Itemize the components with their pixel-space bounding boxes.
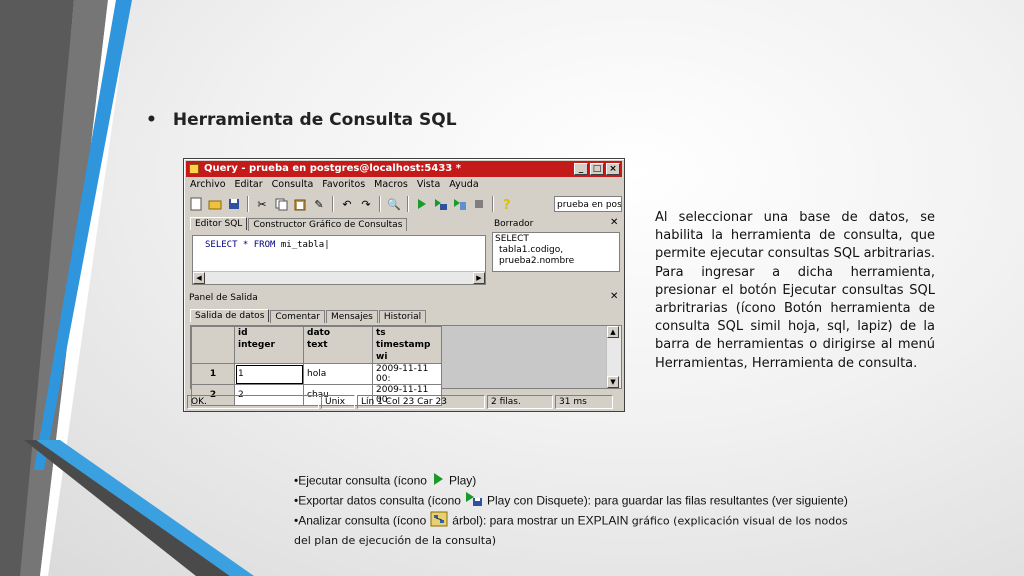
borrador-line: tabla1.codigo, <box>499 245 564 255</box>
toolbar-separator <box>407 196 409 212</box>
slide-title-text: Herramienta de Consulta SQL <box>172 110 457 130</box>
tab-salida-datos[interactable]: Salida de datos <box>190 309 270 322</box>
borrador-panel[interactable]: SELECT tabla1.codigo, prueba2.nombre <box>492 232 620 272</box>
toolbar-separator <box>492 196 494 212</box>
query-window: Query - prueba en postgres@localhost:543… <box>183 158 625 412</box>
open-folder-icon[interactable] <box>207 196 223 212</box>
close-window-button[interactable]: × <box>606 163 620 175</box>
tab-editor-sql[interactable]: Editor SQL <box>190 217 248 230</box>
editor-hscrollbar[interactable]: ◀ ▶ <box>193 271 485 284</box>
results-grid: id integer dato text ts timestamp wi 1 1 ho… <box>190 325 622 406</box>
column-header-id[interactable]: id integer <box>234 326 304 364</box>
notes-list: •Ejecutar consulta (ícono Play) •Exportar… <box>294 471 854 549</box>
note-export: •Exportar datos consulta (ícono Play con … <box>294 491 854 511</box>
sql-keywords: SELECT * FROM <box>205 240 276 250</box>
scroll-right-icon[interactable]: ▶ <box>473 272 485 284</box>
cell-dato[interactable]: hola <box>303 363 373 385</box>
toolbar-separator <box>379 196 381 212</box>
menu-macros[interactable]: Macros <box>374 179 408 190</box>
status-bar: OK. Unix Lín 1 Col 23 Car 23 2 filas. 31… <box>187 395 621 409</box>
menu-bar: Archivo Editar Consulta Favoritos Macros… <box>190 179 479 190</box>
menu-consulta[interactable]: Consulta <box>272 179 314 190</box>
help-icon[interactable]: ? <box>499 196 515 212</box>
note-explain: •Analizar consulta (ícono árbol): para mo… <box>294 511 854 548</box>
scroll-down-icon[interactable]: ▼ <box>607 376 619 388</box>
scroll-up-icon[interactable]: ▲ <box>607 326 619 338</box>
window-titlebar[interactable]: Query - prueba en postgres@localhost:543… <box>186 161 622 177</box>
output-tabs: Salida de datos Comentar Mensajes Histor… <box>190 309 427 323</box>
borrador-close-icon[interactable]: ✕ <box>610 217 618 228</box>
execute-play-icon[interactable] <box>414 196 430 212</box>
paste-icon[interactable] <box>292 196 308 212</box>
cut-icon[interactable]: ✂ <box>254 196 270 212</box>
table-row[interactable]: 1 1 hola 2009-11-11 00: <box>191 363 442 385</box>
menu-favoritos[interactable]: Favoritos <box>322 179 365 190</box>
execute-to-file-icon[interactable] <box>433 196 449 212</box>
eraser-icon[interactable]: ✎ <box>311 196 327 212</box>
copy-icon[interactable] <box>273 196 289 212</box>
output-close-icon[interactable]: ✕ <box>610 291 618 302</box>
grid-vscrollbar[interactable]: ▲ ▼ <box>606 326 621 388</box>
play-disk-icon <box>465 491 483 511</box>
maximize-button[interactable]: □ <box>590 163 604 175</box>
tab-historial[interactable]: Historial <box>378 310 427 323</box>
note-execute: •Ejecutar consulta (ícono Play) <box>294 471 854 491</box>
output-panel-title: Panel de Salida <box>189 293 258 303</box>
borrador-title: Borrador <box>494 219 534 229</box>
toolbar-separator <box>332 196 334 212</box>
cell-ts[interactable]: 2009-11-11 00: <box>372 363 442 385</box>
status-exec-time: 31 ms <box>555 395 613 409</box>
status-message: OK. <box>187 395 319 409</box>
cell-id[interactable]: 1 <box>234 363 304 385</box>
sql-query: SELECT * FROM mi_tabla| <box>205 240 330 250</box>
window-title: Query - prueba en postgres@localhost:543… <box>204 163 461 174</box>
svg-text:?: ? <box>503 198 511 211</box>
minimize-button[interactable]: _ <box>574 163 588 175</box>
sql-table-name: mi_tabla <box>280 240 325 250</box>
app-icon <box>189 164 199 174</box>
menu-archivo[interactable]: Archivo <box>190 179 226 190</box>
tree-icon <box>430 511 448 531</box>
menu-vista[interactable]: Vista <box>417 179 440 190</box>
stop-icon[interactable] <box>471 196 487 212</box>
borrador-line: SELECT <box>495 234 529 244</box>
menu-ayuda[interactable]: Ayuda <box>449 179 478 190</box>
column-header-dato[interactable]: dato text <box>303 326 373 364</box>
status-line-ending: Unix <box>321 395 355 409</box>
menu-editar[interactable]: Editar <box>235 179 263 190</box>
sql-editor[interactable]: SELECT * FROM mi_tabla| ◀ ▶ <box>192 235 486 285</box>
borrador-line: prueba2.nombre <box>499 256 575 266</box>
undo-icon[interactable]: ↶ <box>339 196 355 212</box>
status-cursor-position: Lín 1 Col 23 Car 23 <box>357 395 485 409</box>
grid-header-row: id integer dato text ts timestamp wi <box>191 326 442 364</box>
editor-tabs: Editor SQL Constructor Gráfico de Consul… <box>190 217 408 231</box>
column-header-ts[interactable]: ts timestamp wi <box>372 326 442 364</box>
status-row-count: 2 filas. <box>487 395 553 409</box>
new-file-icon[interactable] <box>188 196 204 212</box>
save-icon[interactable] <box>226 196 242 212</box>
slide-title: • Herramienta de Consulta SQL <box>146 110 457 130</box>
play-icon <box>431 471 445 491</box>
database-select[interactable]: prueba en post <box>554 196 622 212</box>
find-icon[interactable]: 🔍 <box>386 196 402 212</box>
description-text: Al seleccionar una base de datos, se hab… <box>655 210 935 371</box>
explain-icon[interactable] <box>452 196 468 212</box>
toolbar-separator <box>247 196 249 212</box>
tab-constructor-grafico[interactable]: Constructor Gráfico de Consultas <box>248 218 408 231</box>
tab-comentar[interactable]: Comentar <box>270 310 325 323</box>
row-header-corner <box>191 326 235 364</box>
tab-mensajes[interactable]: Mensajes <box>325 310 378 323</box>
redo-icon[interactable]: ↷ <box>358 196 374 212</box>
scroll-left-icon[interactable]: ◀ <box>193 272 205 284</box>
row-number: 1 <box>191 363 235 385</box>
